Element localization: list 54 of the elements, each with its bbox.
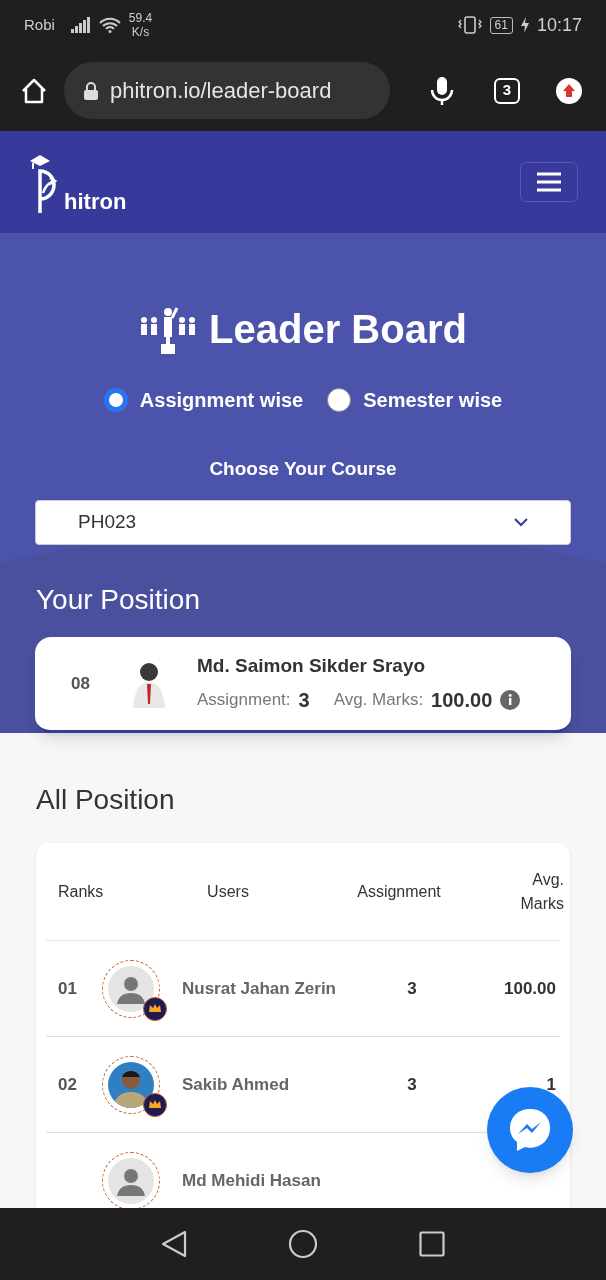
avatar-icon — [108, 1157, 154, 1204]
chevron-down-icon — [514, 517, 528, 527]
column-header: Users — [206, 881, 250, 902]
speed-value: 59.4 — [128, 11, 153, 25]
user-name-cell-text: Sakib Ahmed — [182, 1073, 291, 1096]
carrier-name: Robi — [24, 14, 55, 35]
recents-icon[interactable] — [419, 1231, 446, 1257]
clock: 10:17 — [536, 13, 582, 37]
mode-radio[interactable]: Semester wise — [327, 385, 503, 415]
assignment-cell-text: 3 — [406, 977, 418, 1000]
assignment-label: Assignment: — [197, 689, 291, 712]
avatar-icon — [108, 965, 154, 1012]
course-select[interactable]: PH023 — [35, 499, 571, 546]
tab-count-button[interactable]: 3 — [494, 77, 520, 104]
speed-unit: K/s — [131, 25, 150, 39]
avg-marks-value: 100.00 — [431, 687, 493, 713]
mode-radio[interactable]: Assignment wise — [103, 385, 304, 415]
user-name-cell-text: Nusrat Jahan Zerin — [182, 977, 337, 1000]
course-label: Choose Your Course — [209, 457, 397, 481]
assignment-cell-text: 3 — [406, 1073, 418, 1096]
rank-number: 08 — [71, 672, 91, 695]
column-header: Avg. Marks — [519, 869, 564, 914]
vibrate-icon — [457, 16, 482, 34]
home-circle-icon[interactable] — [288, 1229, 318, 1259]
column-header: Assignment — [356, 881, 442, 902]
avg-marks-cell-text: 100.00 — [503, 977, 557, 1000]
signal-icon — [70, 17, 91, 33]
rank-cell-text: 01 — [57, 977, 78, 1000]
back-icon[interactable] — [160, 1230, 187, 1258]
charging-icon — [520, 17, 529, 33]
menu-icon — [537, 172, 561, 192]
avg-marks-label: Avg. Marks: — [333, 689, 424, 712]
lock-icon — [84, 81, 98, 100]
home-icon[interactable] — [20, 76, 48, 105]
wifi-icon — [98, 17, 121, 33]
all-position-heading: All Position — [36, 783, 176, 817]
your-position-heading: Your Position — [36, 583, 200, 618]
user-name-cell-text: Md Mehidi Hasan — [182, 1169, 322, 1192]
column-header: Ranks — [57, 881, 105, 902]
address-bar[interactable]: phitron.io/leader-board — [64, 62, 390, 119]
info-icon[interactable] — [500, 689, 521, 710]
assignment-count: 3 — [298, 687, 310, 713]
url-text: phitron.io/leader-board — [110, 77, 332, 105]
battery-level: 61 — [489, 16, 513, 34]
upload-icon[interactable] — [556, 77, 582, 104]
user-name: Md. Saimon Sikder Srayo — [197, 654, 427, 679]
page-title: Leader Board — [209, 306, 467, 353]
logo-text: hitron — [64, 191, 127, 213]
messenger-icon — [508, 1107, 552, 1153]
menu-button[interactable] — [520, 162, 578, 202]
rank-cell-text: 02 — [57, 1073, 78, 1096]
phitron-logo[interactable]: hitron — [28, 149, 127, 215]
avg-marks-cell-text: 1 — [545, 1073, 557, 1096]
microphone-icon[interactable] — [430, 75, 454, 106]
